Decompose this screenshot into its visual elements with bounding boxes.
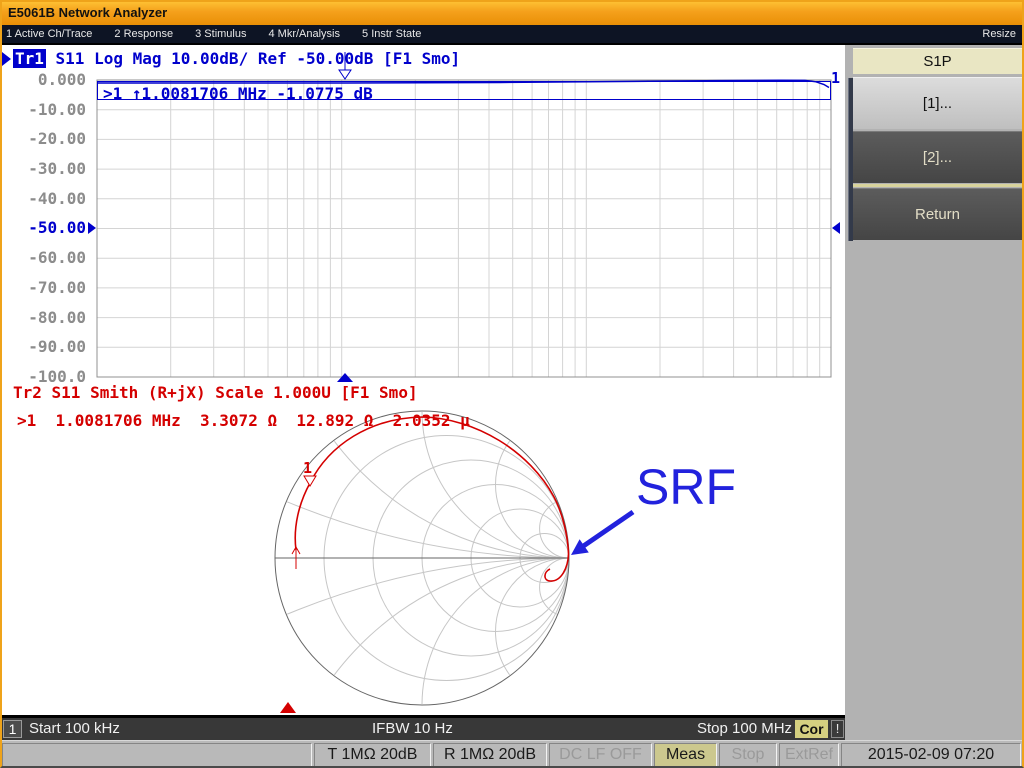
menu-stimulus[interactable]: 3 Stimulus <box>195 28 246 40</box>
marker1-readout: >1 ↑1.0081706 MHz -1.0775 dB <box>103 84 373 103</box>
ifbw-value: IFBW 10 Hz <box>372 720 453 737</box>
channel-number-badge: 1 <box>3 720 22 738</box>
marker2-number: 1 <box>303 459 312 477</box>
srf-annotation: SRF <box>636 458 736 516</box>
ref-level-arrow-left <box>88 222 96 234</box>
softkey-menu-title: S1P <box>853 48 1022 74</box>
stop-frequency: Stop 100 MHz <box>697 720 792 737</box>
status-message-panel <box>2 743 312 767</box>
measurement-status: Meas <box>654 743 717 767</box>
start-frequency: Start 100 kHz <box>29 720 120 737</box>
datetime-display: 2015-02-09 07:20 <box>841 743 1021 767</box>
y-label-0dB: 0.000 <box>0 72 86 88</box>
resize-button[interactable]: Resize <box>982 25 1016 43</box>
menu-mkr-analysis[interactable]: 4 Mkr/Analysis <box>268 28 340 40</box>
active-trace-arrow-icon <box>2 52 11 66</box>
plot-canvas <box>0 45 845 715</box>
y-label--90dB: -90.00 <box>0 339 86 355</box>
r-port-setting: R 1MΩ 20dB <box>433 743 547 767</box>
marker2-readout: >1 1.0081706 MHz 3.3072 Ω 12.892 Ω 2.035… <box>17 411 470 430</box>
menu-bar: 1 Active Ch/Trace 2 Response 3 Stimulus … <box>0 25 1024 45</box>
softkey-2[interactable]: [2]... <box>853 131 1022 183</box>
correction-badge: Cor <box>795 720 828 738</box>
y-label-ref--50dB: -50.00 <box>0 220 86 236</box>
softkey-return[interactable]: Return <box>853 188 1022 240</box>
y-label--80dB: -80.00 <box>0 310 86 326</box>
marker2-triangle <box>304 476 316 486</box>
menu-instr-state[interactable]: 5 Instr State <box>362 28 421 40</box>
t-port-setting: T 1MΩ 20dB <box>314 743 431 767</box>
tr2-stimulus-arrow <box>280 702 296 713</box>
dc-bias-status: DC LF OFF <box>549 743 652 767</box>
tr1-header[interactable]: Tr1 S11 Log Mag 10.00dB/ Ref -50.00dB [F… <box>2 50 460 67</box>
y-label--70dB: -70.00 <box>0 280 86 296</box>
sweep-status: Stop <box>719 743 777 767</box>
ref-level-arrow-right <box>832 222 840 234</box>
menu-active-ch-trace[interactable]: 1 Active Ch/Trace <box>6 28 92 40</box>
window-title-bar[interactable]: E5061B Network Analyzer <box>0 0 1024 25</box>
y-label--30dB: -30.00 <box>0 161 86 177</box>
y-label--20dB: -20.00 <box>0 131 86 147</box>
tr1-trace-number: 1 <box>831 69 840 87</box>
softkey-1[interactable]: [1]... <box>853 77 1022 129</box>
extref-status: ExtRef <box>779 743 839 767</box>
instrument-status-bar: T 1MΩ 20dB R 1MΩ 20dB DC LF OFF Meas Sto… <box>0 740 1024 768</box>
tr1-label: Tr1 <box>13 49 46 68</box>
y-label--60dB: -60.00 <box>0 250 86 266</box>
tr1-header-text: S11 Log Mag 10.00dB/ Ref -50.00dB [F1 Sm… <box>46 49 460 68</box>
srf-arrow-line <box>582 512 633 547</box>
y-label--40dB: -40.00 <box>0 191 86 207</box>
smith-reactance-arcs <box>0 45 845 715</box>
softkey-divider <box>853 184 1022 187</box>
window-title: E5061B Network Analyzer <box>8 5 167 20</box>
marker1-triangle <box>339 70 351 79</box>
tr1-gridlines <box>97 80 831 377</box>
tr2-header[interactable]: Tr2 S11 Smith (R+jX) Scale 1.000U [F1 Sm… <box>13 383 418 402</box>
channel-status-bar: 1 Start 100 kHz IFBW 10 Hz Stop 100 MHz … <box>0 718 845 740</box>
warning-badge: ! <box>831 720 844 738</box>
softkey-sidebar: S1P [1]... [2]... Return <box>845 45 1024 740</box>
y-label--10dB: -10.00 <box>0 102 86 118</box>
menu-response[interactable]: 2 Response <box>114 28 173 40</box>
